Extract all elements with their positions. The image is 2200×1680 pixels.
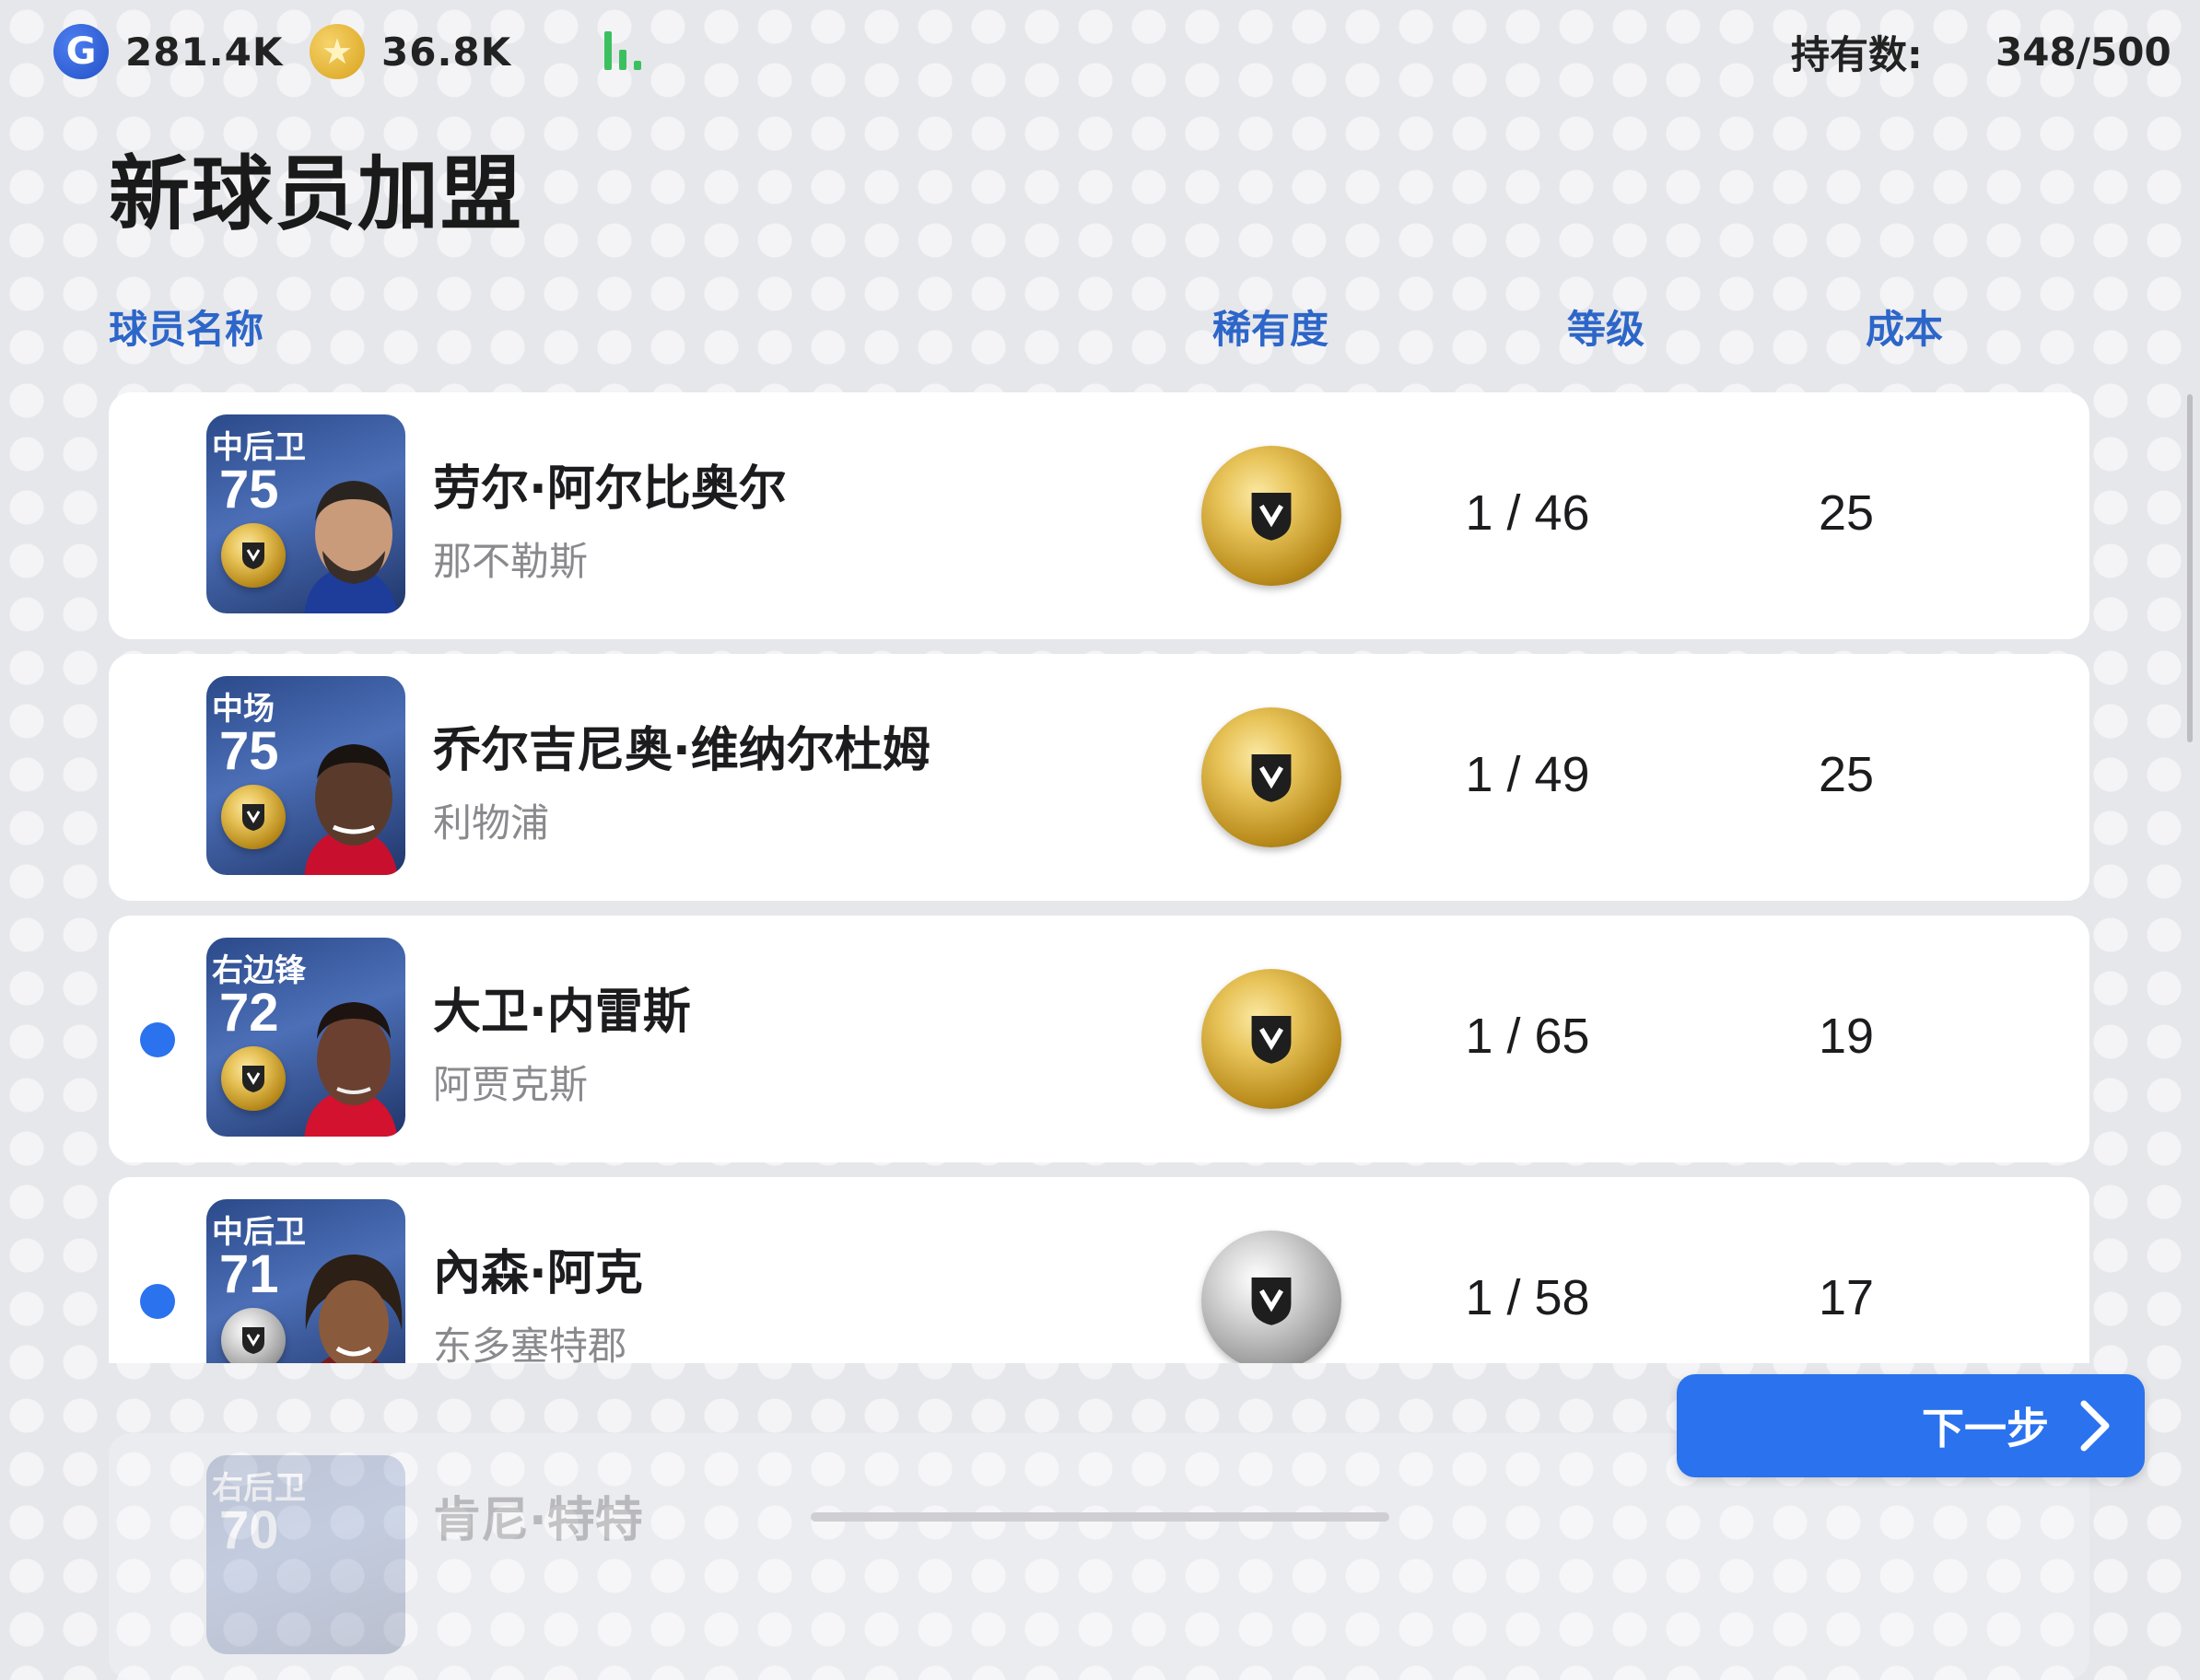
player-cost: 17 — [1818, 1270, 1875, 1325]
star-coin-icon: ★ — [310, 24, 365, 79]
player-portrait — [304, 481, 398, 613]
player-club: 东多塞特郡 — [433, 1324, 627, 1363]
next-button[interactable]: 下一步 — [1677, 1374, 2145, 1477]
owned-count-value: 348/500 — [1995, 29, 2171, 75]
column-header-name: 球员名称 — [109, 307, 264, 352]
player-level: 1 / 58 — [1465, 1270, 1590, 1325]
player-name: 肯尼·特特 — [433, 1493, 643, 1548]
g-coin-icon: G — [53, 24, 109, 79]
player-name: 劳尔·阿尔比奥尔 — [433, 461, 787, 517]
new-indicator-dot — [140, 1284, 175, 1319]
player-card[interactable]: 右边锋 72 — [206, 938, 405, 1137]
player-level: 1 / 46 — [1465, 485, 1590, 541]
vertical-scrollbar[interactable] — [2187, 394, 2193, 742]
player-portrait — [305, 1254, 403, 1363]
player-level: 1 / 65 — [1465, 1009, 1590, 1064]
gp-currency: G 281.4K — [53, 24, 283, 79]
player-card[interactable]: 中场 75 — [206, 676, 405, 875]
player-rating: 75 — [219, 460, 279, 519]
column-header-rarity: 稀有度 — [1211, 307, 1328, 352]
top-bar: G 281.4K ★ 36.8K 持有数: 348/500 — [0, 0, 2200, 101]
gold-ball-rarity-icon — [1201, 446, 1341, 586]
player-cost: 19 — [1818, 1009, 1875, 1064]
player-rating: 70 — [219, 1500, 279, 1560]
player-name: 大卫·内雷斯 — [433, 985, 691, 1040]
player-rating: 71 — [219, 1244, 279, 1304]
player-club: 阿贾克斯 — [433, 1062, 589, 1107]
column-header-level: 等级 — [1566, 307, 1644, 352]
coin-currency: ★ 36.8K — [310, 24, 511, 79]
player-card[interactable]: 中后卫 71 — [206, 1199, 405, 1363]
player-list[interactable]: 中后卫 75 劳尔·阿尔比奥尔 那不勒斯 1 / 46 25 中场 75 乔尔吉… — [0, 387, 2200, 1363]
player-row[interactable]: 中后卫 75 劳尔·阿尔比奥尔 那不勒斯 1 / 46 25 — [109, 392, 2089, 639]
player-name: 乔尔吉尼奥·维纳尔杜姆 — [433, 723, 930, 778]
player-rating: 72 — [219, 983, 279, 1043]
coin-value: 36.8K — [381, 29, 512, 75]
page-title: 新球员加盟 — [109, 146, 524, 241]
gold-ball-rarity-icon — [1201, 707, 1341, 847]
column-header-cost: 成本 — [1865, 307, 1943, 352]
home-indicator — [811, 1512, 1389, 1522]
player-row[interactable]: 中场 75 乔尔吉尼奥·维纳尔杜姆 利物浦 1 / 49 25 — [109, 654, 2089, 901]
player-cost: 25 — [1818, 747, 1875, 802]
gold-ball-badge-icon — [221, 785, 286, 849]
player-row[interactable]: 右边锋 72 大卫·内雷斯 阿贾克斯 1 / 65 19 — [109, 916, 2089, 1162]
gold-ball-rarity-icon — [1201, 969, 1341, 1109]
gp-value: 281.4K — [125, 29, 284, 75]
silver-ball-badge-icon — [221, 1308, 286, 1363]
player-cost: 25 — [1818, 485, 1875, 541]
player-card[interactable]: 中后卫 75 — [206, 414, 405, 613]
signal-bars-icon — [604, 31, 650, 70]
player-club: 利物浦 — [433, 800, 550, 846]
player-rating: 75 — [219, 721, 279, 781]
silver-ball-rarity-icon — [1201, 1231, 1341, 1363]
player-row[interactable]: 中后卫 71 內森·阿克 东多塞特郡 1 / 58 17 — [109, 1177, 2089, 1363]
player-portrait — [304, 744, 398, 875]
gold-ball-badge-icon — [221, 1046, 286, 1111]
new-indicator-dot — [140, 1022, 175, 1057]
gold-ball-badge-icon — [221, 523, 286, 588]
player-name: 內森·阿克 — [433, 1246, 643, 1301]
owned-count-label: 持有数: — [1791, 31, 1923, 77]
player-portrait — [304, 1002, 398, 1137]
next-button-label: 下一步 — [1922, 1404, 2049, 1453]
player-level: 1 / 49 — [1465, 747, 1590, 802]
player-club: 那不勒斯 — [433, 539, 589, 584]
chevron-right-icon — [2080, 1400, 2110, 1452]
player-card: 右后卫 70 — [206, 1455, 405, 1654]
